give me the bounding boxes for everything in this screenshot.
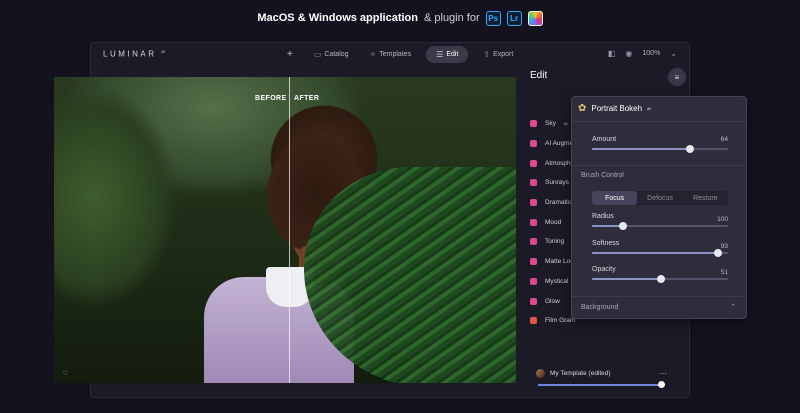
popup-title-badge: AI <box>647 106 651 111</box>
softness-value: 93 <box>720 243 728 250</box>
logo-text: LUMINAR <box>103 49 157 59</box>
tool-icon <box>530 120 537 128</box>
tab-export[interactable]: ⇪ Export <box>477 47 519 62</box>
opacity-fill <box>592 278 662 280</box>
tool-icon <box>530 238 537 246</box>
opacity-value: 51 <box>720 269 728 276</box>
tool-label: Glow <box>545 297 560 305</box>
tool-label: Dramatic <box>545 199 572 207</box>
template-strength-fill <box>538 384 662 386</box>
toolbar-right: ◧ ◉ 100% ⌄ <box>608 49 677 58</box>
segment-restore[interactable]: Restore <box>683 191 728 205</box>
toolbar-center: + ▭ Catalog ✧ Templates ☰ Edit ⇪ Export <box>281 46 519 63</box>
tool-icon <box>530 159 537 167</box>
tab-edit[interactable]: ☰ Edit <box>426 46 469 63</box>
opacity-handle[interactable] <box>657 275 666 283</box>
tool-icon <box>530 258 537 266</box>
top-banner: MacOS & Windows application & plugin for… <box>0 0 800 36</box>
amount-fill <box>592 148 690 150</box>
tool-icon <box>530 317 537 325</box>
softness-label: Softness <box>592 240 620 247</box>
chevron-up-icon[interactable]: ⌃ <box>730 303 736 311</box>
sliders-icon: ☰ <box>436 50 444 59</box>
opacity-track[interactable] <box>592 275 728 283</box>
tab-templates[interactable]: ✧ Templates <box>364 47 418 62</box>
tool-icon <box>530 199 537 207</box>
eye-icon[interactable]: ◉ <box>625 49 632 58</box>
popup-header: ✿ Portrait Bokeh AI <box>578 103 651 114</box>
segment-focus[interactable]: Focus <box>592 191 638 205</box>
banner-subtext: & plugin for <box>423 12 480 24</box>
logo-version: AI <box>161 49 166 54</box>
photo-canvas[interactable]: BEFORE AFTER ◌ <box>54 77 516 383</box>
tool-icon <box>530 140 537 148</box>
after-label: AFTER <box>294 95 320 102</box>
before-label: BEFORE <box>255 95 287 102</box>
brush-control-label: Brush Control <box>581 172 624 179</box>
softness-handle[interactable] <box>714 249 723 257</box>
tool-ai-badge: AI <box>563 121 568 127</box>
app-logo: LUMINAR AI <box>103 49 165 59</box>
tab-edit-label: Edit <box>446 51 459 58</box>
adjustments-icon[interactable]: ≡ <box>668 68 686 86</box>
compare-icon[interactable]: ◧ <box>608 49 616 58</box>
photoshop-icon: Ps <box>485 10 501 26</box>
tool-icon <box>530 179 537 187</box>
tab-catalog-label: Catalog <box>324 51 349 58</box>
template-thumbnail <box>536 369 545 378</box>
radius-label: Radius <box>592 213 614 220</box>
popup-title: Portrait Bokeh <box>591 104 643 113</box>
template-strength-slider[interactable] <box>538 381 666 388</box>
template-selector[interactable]: My Template (edited) <box>536 369 611 378</box>
tool-label: Mystical <box>545 277 569 285</box>
amount-label: Amount <box>592 136 617 143</box>
background-label: Background <box>581 304 619 311</box>
tool-icon <box>530 277 537 285</box>
apple-photos-icon <box>527 10 543 26</box>
templates-icon: ✧ <box>369 50 377 59</box>
tool-label: Sky <box>545 120 556 128</box>
tool-icon <box>530 297 537 305</box>
tab-templates-label: Templates <box>379 51 412 58</box>
tool-label: Film Grain <box>545 317 575 325</box>
radius-track[interactable] <box>592 222 728 230</box>
softness-fill <box>592 252 719 254</box>
amount-value: 64 <box>720 136 728 143</box>
folder-icon: ▭ <box>313 50 322 59</box>
portrait-bokeh-panel: ✿ Portrait Bokeh AI Amount 64 Brush Cont… <box>571 96 747 319</box>
edit-panel-title: Edit <box>530 70 548 81</box>
add-button[interactable]: + <box>281 46 299 63</box>
opacity-label: Opacity <box>592 266 616 273</box>
amount-track[interactable] <box>592 145 728 153</box>
toolbar: LUMINAR AI + ▭ Catalog ✧ Templates ☰ Edi… <box>91 43 689 65</box>
template-label: My Template (edited) <box>550 370 611 377</box>
radius-value: 100 <box>717 216 728 223</box>
plus-icon: + <box>287 49 293 60</box>
tool-label: Mood <box>545 218 562 226</box>
tab-export-label: Export <box>493 51 514 58</box>
divider <box>572 121 746 122</box>
lightroom-icon: Lr <box>506 10 522 26</box>
amount-handle[interactable] <box>685 145 694 153</box>
radius-handle[interactable] <box>619 222 628 230</box>
zoom-level[interactable]: 100% <box>642 50 660 57</box>
tool-label: Toning <box>545 238 565 246</box>
tab-catalog[interactable]: ▭ Catalog <box>308 47 355 62</box>
chevron-down-icon[interactable]: ⌄ <box>670 49 677 58</box>
more-icon[interactable]: ··· <box>659 369 667 378</box>
segment-defocus[interactable]: Defocus <box>637 191 682 205</box>
tool-icon <box>530 218 537 226</box>
before-after-divider[interactable] <box>289 77 290 383</box>
brush-mode-segmented: Focus Defocus Restore <box>592 191 728 205</box>
tool-label: Sunrays <box>545 179 569 187</box>
rotate-icon[interactable]: ◌ <box>63 368 68 377</box>
share-icon: ⇪ <box>483 50 491 59</box>
bokeh-tool-icon: ✿ <box>578 103 587 114</box>
divider <box>572 296 746 297</box>
softness-track[interactable] <box>592 249 728 257</box>
banner-headline: MacOS & Windows application <box>257 12 418 24</box>
divider <box>572 165 746 166</box>
